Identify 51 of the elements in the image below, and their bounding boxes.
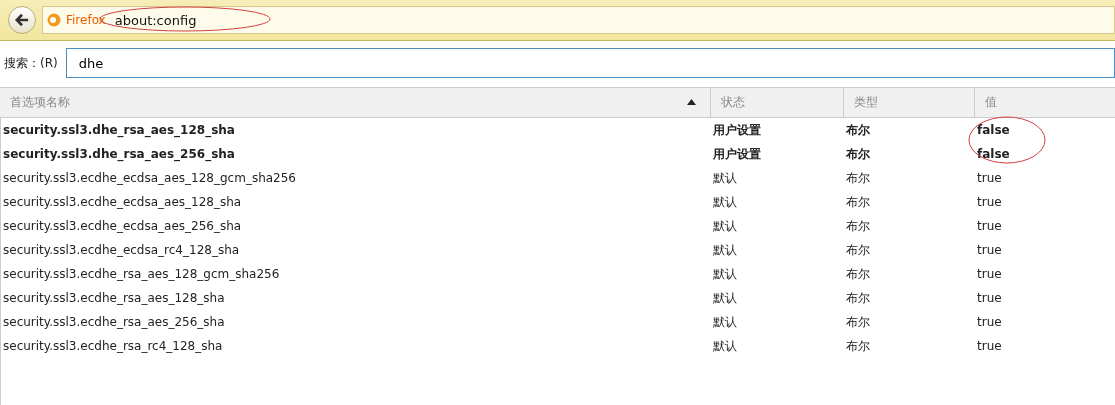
value-cell-text: true (976, 219, 1003, 233)
name-cell-text: security.ssl3.ecdhe_ecdsa_rc4_128_sha (2, 243, 241, 257)
column-header[interactable]: 值 (974, 88, 1115, 117)
type-cell-text: 布尔 (845, 337, 871, 355)
search-field[interactable]: dhe (65, 48, 1115, 78)
type-cell-text: 布尔 (845, 289, 871, 307)
value-cell-text: true (976, 243, 1003, 257)
status-cell-text: 默认 (712, 337, 738, 355)
back-button[interactable] (8, 6, 36, 34)
name-cell-text: security.ssl3.ecdhe_rsa_aes_128_gcm_sha256 (2, 267, 281, 281)
value-cell-text: true (976, 171, 1003, 185)
type-cell-text: 布尔 (845, 265, 871, 283)
search-label: 搜索：(R) (4, 54, 58, 72)
status-cell-text: 默认 (712, 313, 738, 331)
name-cell-text: security.ssl3.ecdhe_rsa_aes_128_sha (2, 291, 226, 305)
status-cell-text: 用户设置 (712, 145, 762, 163)
value-cell-text: false (976, 147, 1011, 161)
name-cell-text: security.ssl3.ecdhe_ecdsa_aes_256_sha (2, 219, 243, 233)
address-text: about:config (113, 12, 197, 28)
status-cell-text: 默认 (712, 241, 738, 259)
value-cell-text: true (976, 315, 1003, 329)
status-cell-text: 默认 (712, 289, 738, 307)
type-cell-text: 布尔 (845, 169, 871, 187)
column-header[interactable]: 首选项名称 (0, 88, 710, 117)
name-cell-text: security.ssl3.ecdhe_ecdsa_aes_128_gcm_sha256 (2, 171, 297, 185)
status-cell-text: 默认 (712, 193, 738, 211)
status-cell-text: 默认 (712, 265, 738, 283)
status-cell-text: 默认 (712, 169, 738, 187)
name-cell-text: security.ssl3.dhe_rsa_aes_128_sha (2, 123, 236, 137)
value-cell-text: false (976, 123, 1011, 137)
type-cell-text: 布尔 (845, 121, 871, 139)
name-cell-text: security.ssl3.ecdhe_rsa_rc4_128_sha (2, 339, 224, 353)
type-cell-text: 布尔 (845, 217, 871, 235)
value-cell-text: true (976, 339, 1003, 353)
value-cell-text: true (976, 195, 1003, 209)
back-arrow-icon (15, 13, 29, 27)
type-cell-text: 布尔 (845, 145, 871, 163)
type-cell-text: 布尔 (845, 313, 871, 331)
name-cell-text: security.ssl3.ecdhe_ecdsa_aes_128_sha (2, 195, 243, 209)
value-cell-text: true (976, 291, 1003, 305)
value-cell-text: true (976, 267, 1003, 281)
address-bar[interactable]: Firefox about:config (42, 6, 1115, 34)
column-header[interactable]: 状态 (710, 88, 843, 117)
column-header[interactable]: 类型 (843, 88, 974, 117)
status-cell-text: 用户设置 (712, 121, 762, 139)
name-cell-text: security.ssl3.ecdhe_rsa_aes_256_sha (2, 315, 226, 329)
site-identity: Firefox (66, 13, 106, 27)
type-cell-text: 布尔 (845, 193, 871, 211)
type-cell-text: 布尔 (845, 241, 871, 259)
name-cell-text: security.ssl3.dhe_rsa_aes_256_sha (2, 147, 236, 161)
status-cell-text: 默认 (712, 217, 738, 235)
